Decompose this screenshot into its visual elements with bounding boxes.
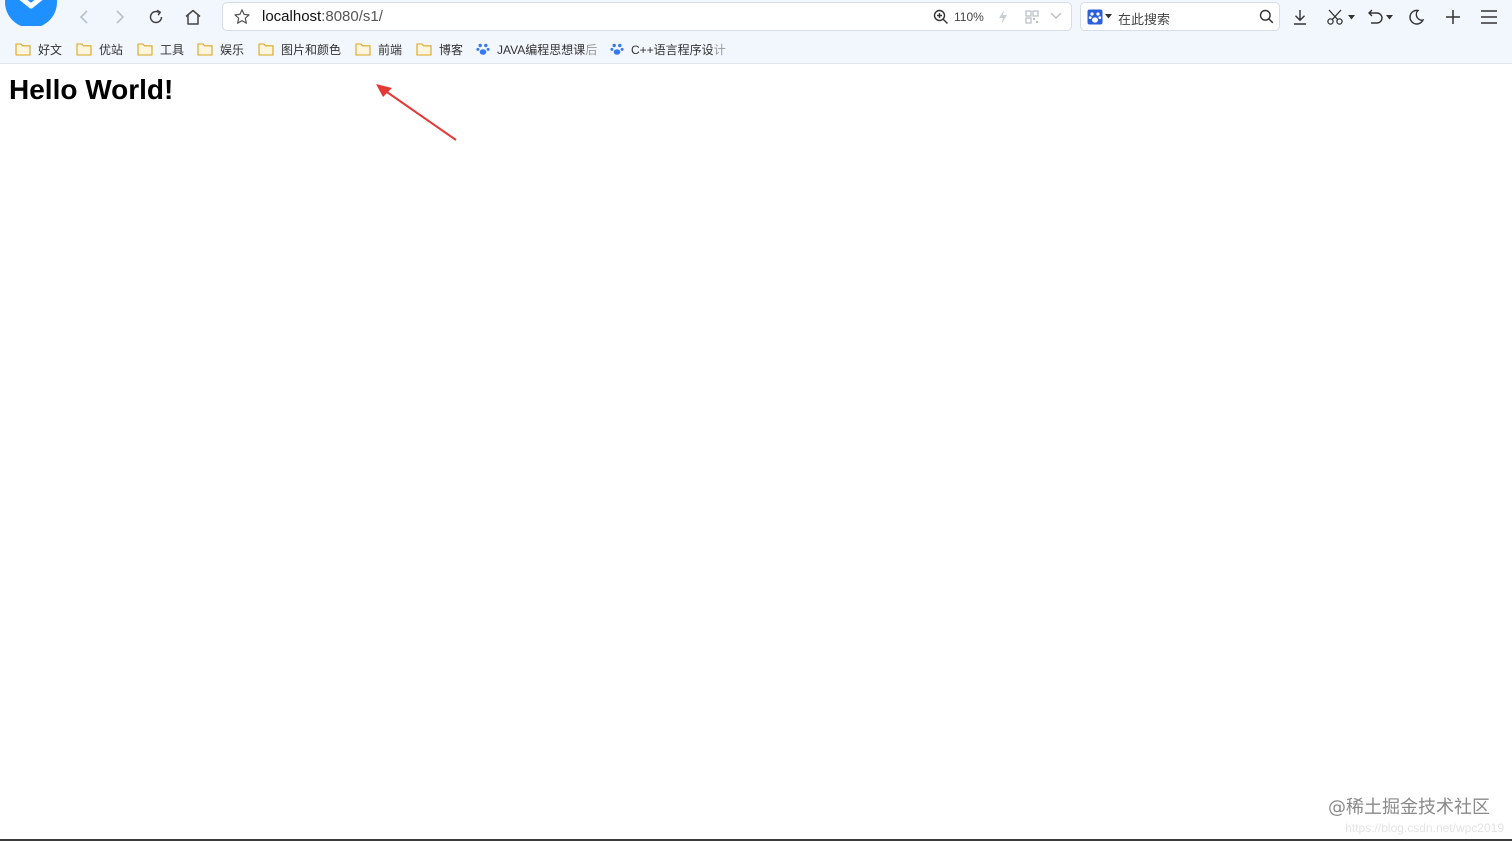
annotation-arrow-icon <box>376 84 457 141</box>
search-box[interactable]: 在此搜索 <box>1080 2 1280 31</box>
bookmark-folder[interactable]: 娱乐 <box>197 41 244 57</box>
moon-icon <box>1409 9 1425 25</box>
paw-icon <box>476 43 490 55</box>
bookmark-folder[interactable]: 博客 <box>416 41 463 57</box>
chevron-down-icon[interactable] <box>1049 11 1063 21</box>
flash-icon[interactable] <box>997 9 1009 25</box>
new-tab-button[interactable] <box>1444 5 1462 29</box>
folder-icon <box>197 43 213 56</box>
back-button[interactable] <box>72 5 96 29</box>
caret-down-icon <box>1348 14 1355 19</box>
bookmark-folder[interactable]: 前端 <box>355 41 402 57</box>
watermark-text: @稀土掘金技术社区 <box>1328 797 1490 818</box>
chevron-left-icon <box>79 10 88 24</box>
chevron-right-icon <box>116 10 125 24</box>
home-button[interactable] <box>181 5 205 29</box>
scissors-icon <box>1327 9 1343 25</box>
hamburger-menu-icon <box>1481 10 1497 24</box>
bookmark-label: C++语言程序设 <box>631 42 714 57</box>
bookmark-label: 图片和颜色 <box>281 42 342 57</box>
browser-logo-icon[interactable] <box>4 0 58 26</box>
bookmark-label: 优站 <box>99 42 124 57</box>
bookmark-folder[interactable]: 好文 <box>15 41 62 57</box>
folder-icon <box>258 43 274 56</box>
url-path: :8080/s1/ <box>321 8 383 25</box>
folder-icon <box>76 43 92 56</box>
bookmarks-bar: 好文 优站 工具 娱乐 图片和颜色 前端 博客 JAVA编程思想课 后 C++语… <box>0 34 1512 64</box>
reload-button[interactable] <box>144 5 168 29</box>
bookmark-label-fade: 计 <box>713 42 726 57</box>
star-icon[interactable] <box>233 8 251 26</box>
page-heading: Hello World! <box>9 74 174 105</box>
night-mode-button[interactable] <box>1407 5 1425 29</box>
download-button[interactable] <box>1291 5 1309 29</box>
folder-icon <box>416 43 432 56</box>
caret-down-icon[interactable] <box>1105 14 1112 19</box>
bookmark-folder[interactable]: 优站 <box>76 41 123 57</box>
menu-button[interactable] <box>1480 5 1498 29</box>
bookmark-folder[interactable]: 工具 <box>137 41 184 57</box>
undo-icon <box>1368 9 1383 24</box>
caret-down-icon <box>1386 14 1393 19</box>
bookmark-folder[interactable]: 图片和颜色 <box>258 41 341 57</box>
search-icon[interactable] <box>1259 9 1274 24</box>
bookmark-label: 前端 <box>378 42 403 57</box>
bookmark-label: JAVA编程思想课 <box>497 42 586 57</box>
bookmark-label: 工具 <box>160 42 185 57</box>
watermark-url: https://blog.csdn.net/wpc2019 <box>1345 821 1504 835</box>
search-engine-paw-icon[interactable] <box>1087 9 1103 25</box>
bookmark-link[interactable]: JAVA编程思想课后 <box>476 41 597 57</box>
address-bar[interactable]: localhost:8080/s1/ 110% <box>222 2 1072 31</box>
reload-icon <box>149 9 163 24</box>
plus-icon <box>1446 10 1460 24</box>
folder-icon <box>137 43 153 56</box>
folder-icon <box>15 43 31 56</box>
page-content: Hello World! @稀土掘金技术社区 https://blog.csdn… <box>0 64 1512 841</box>
download-icon <box>1294 10 1306 25</box>
url-text[interactable]: localhost:8080/s1/ <box>262 8 383 25</box>
forward-button[interactable] <box>108 5 132 29</box>
browser-toolbar: localhost:8080/s1/ 110% 在此搜索 <box>0 0 1512 34</box>
folder-icon <box>355 43 371 56</box>
bookmark-label: 娱乐 <box>220 42 245 57</box>
undo-close-button[interactable] <box>1366 5 1393 29</box>
url-host: localhost <box>262 8 322 25</box>
bookmark-link[interactable]: C++语言程序设计 <box>610 41 726 57</box>
bookmark-label: 好文 <box>38 42 63 57</box>
screenshot-button[interactable] <box>1326 5 1355 29</box>
zoom-level[interactable]: 110% <box>954 10 984 24</box>
home-icon <box>185 9 201 25</box>
browser-window: localhost:8080/s1/ 110% 在此搜索 好文 优站 工具 娱乐… <box>0 0 1512 841</box>
qr-code-icon[interactable] <box>1025 10 1039 24</box>
bookmark-label: 博客 <box>439 42 464 57</box>
search-placeholder[interactable]: 在此搜索 <box>1118 9 1170 28</box>
zoom-icon[interactable] <box>933 9 949 25</box>
bookmark-label-fade: 后 <box>585 42 598 57</box>
paw-icon <box>610 43 624 55</box>
